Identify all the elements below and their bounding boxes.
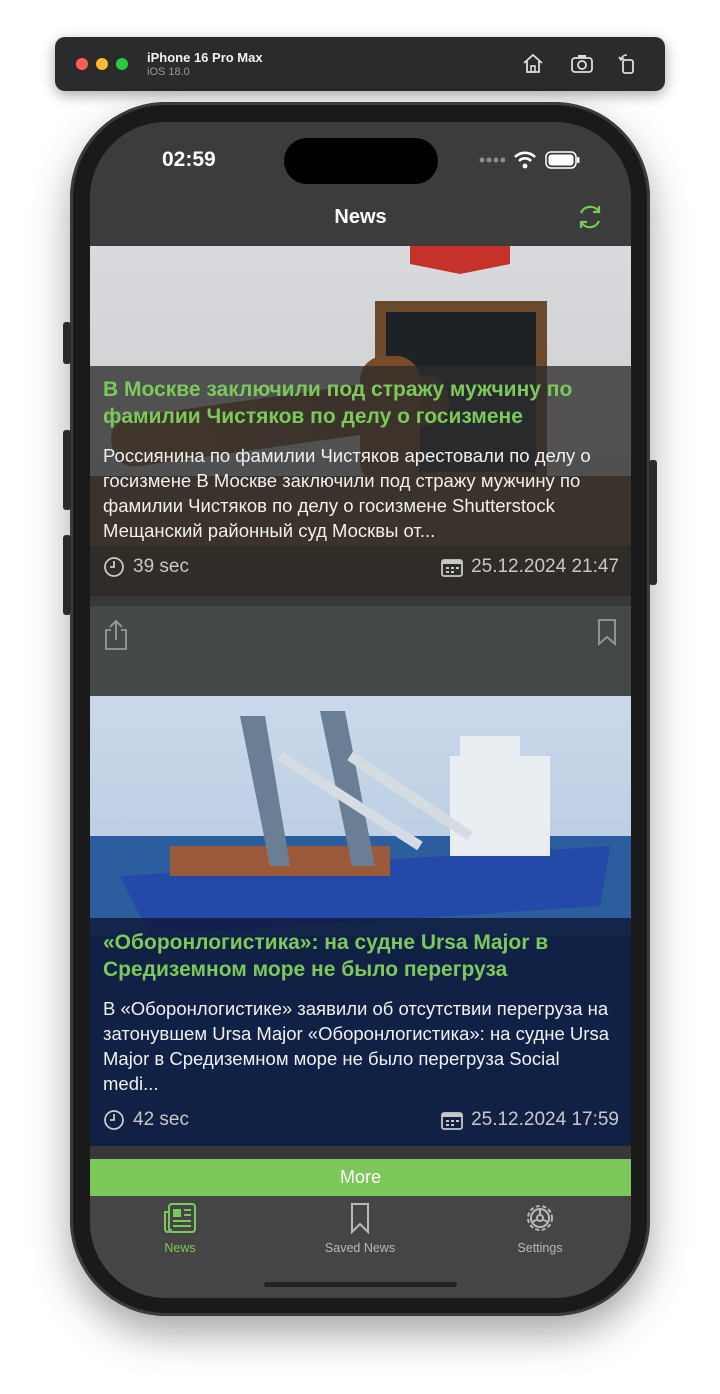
volume-up-button — [63, 430, 71, 510]
clock-icon — [104, 1110, 124, 1130]
tab-bar: News Saved News Settings — [90, 1196, 631, 1298]
home-icon[interactable] — [521, 52, 545, 76]
app-screen: В Москве заключили под стражу мужчину по… — [90, 122, 631, 1298]
publish-date: 25.12.2024 21:47 — [441, 556, 619, 578]
article-actions — [90, 606, 631, 696]
dynamic-island — [284, 138, 438, 184]
share-icon[interactable] — [103, 619, 129, 651]
article-title[interactable]: В Москве заключили под стражу мужчину по… — [103, 376, 617, 430]
clock-icon — [104, 557, 124, 577]
tab-label: News — [164, 1241, 196, 1255]
tab-label: Saved News — [324, 1241, 396, 1255]
calendar-icon — [441, 559, 463, 577]
cellular-signal-icon — [479, 157, 505, 163]
elapsed-time: 39 sec — [103, 556, 189, 578]
home-indicator — [264, 1282, 457, 1287]
calendar-icon — [441, 1112, 463, 1130]
status-time: 02:59 — [162, 148, 216, 171]
article-description: Россиянина по фамилии Чистяков арестовал… — [103, 445, 591, 541]
tab-news[interactable]: News — [120, 1202, 240, 1255]
bookmark-icon[interactable] — [597, 618, 617, 646]
screenshot-icon[interactable] — [570, 52, 594, 76]
elapsed-time: 42 sec — [103, 1109, 189, 1131]
date-label: 25.12.2024 17:59 — [471, 1109, 619, 1130]
action-button — [63, 322, 71, 364]
tab-label: Settings — [517, 1241, 563, 1255]
news-card[interactable]: В Москве заключили под стражу мужчину по… — [90, 246, 631, 596]
rotate-icon[interactable] — [616, 52, 640, 76]
minimize-window-button[interactable] — [96, 58, 108, 70]
volume-down-button — [63, 535, 71, 615]
date-label: 25.12.2024 21:47 — [471, 556, 619, 577]
status-indicators — [479, 151, 581, 169]
battery-icon — [545, 151, 580, 169]
elapsed-label: 42 sec — [133, 1109, 189, 1130]
bookmark-icon — [351, 1203, 369, 1235]
tab-saved-news[interactable]: Saved News — [300, 1202, 420, 1255]
tab-settings[interactable]: Settings — [480, 1202, 600, 1255]
wifi-icon — [514, 151, 536, 169]
close-window-button[interactable] — [76, 58, 88, 70]
more-button[interactable]: More — [90, 1159, 631, 1196]
publish-date: 25.12.2024 17:59 — [441, 1109, 619, 1131]
simulator-os-version: iOS 18.0 — [147, 66, 190, 78]
page-title: News — [334, 206, 387, 228]
gear-icon — [527, 1205, 553, 1231]
article-description: В «Оборонлогистике» заявили об отсутстви… — [103, 998, 609, 1094]
article-title[interactable]: «Оборонлогистика»: на судне Ursa Major в… — [103, 929, 617, 983]
side-button — [649, 460, 657, 585]
elapsed-label: 39 sec — [133, 556, 189, 577]
zoom-window-button[interactable] — [116, 58, 128, 70]
newspaper-icon — [164, 1203, 196, 1233]
news-card[interactable]: «Оборонлогистика»: на судне Ursa Major в… — [90, 696, 631, 1146]
refresh-icon[interactable] — [575, 202, 605, 232]
simulator-device-name: iPhone 16 Pro Max — [147, 50, 263, 65]
